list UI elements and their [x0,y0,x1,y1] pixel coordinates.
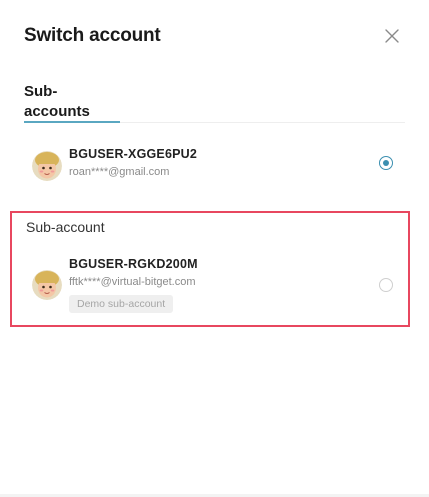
tab-label: Sub-accounts [24,83,90,120]
close-icon[interactable] [381,25,403,47]
account-name: BGUSER-XGGE6PU2 [69,147,198,161]
tab-active-indicator [24,121,120,123]
avatar-icon [32,270,62,300]
account-radio-unselected[interactable] [379,278,393,292]
section-label-sub-account: Sub-account [26,219,105,235]
demo-badge: Demo sub-account [69,295,174,313]
account-email: fftk****@virtual-bitget.com [69,276,196,288]
account-radio-selected[interactable] [379,156,393,170]
avatar-icon [32,151,62,181]
account-name: BGUSER-RGKD200M [69,257,198,271]
page-title: Switch account [24,25,161,46]
account-row-main[interactable]: BGUSER-XGGE6PU2 roan****@gmail.com [32,146,393,186]
tab-bar: Sub-accounts [24,82,405,123]
panel-header: Switch account [24,22,409,50]
tab-sub-accounts[interactable]: Sub-accounts [24,82,120,123]
account-email: roan****@gmail.com [69,166,170,178]
switch-account-panel: Switch account Sub-accounts BGUSER-XGGE6… [0,0,429,497]
account-row-sub[interactable]: BGUSER-RGKD200M fftk****@virtual-bitget.… [32,256,393,316]
